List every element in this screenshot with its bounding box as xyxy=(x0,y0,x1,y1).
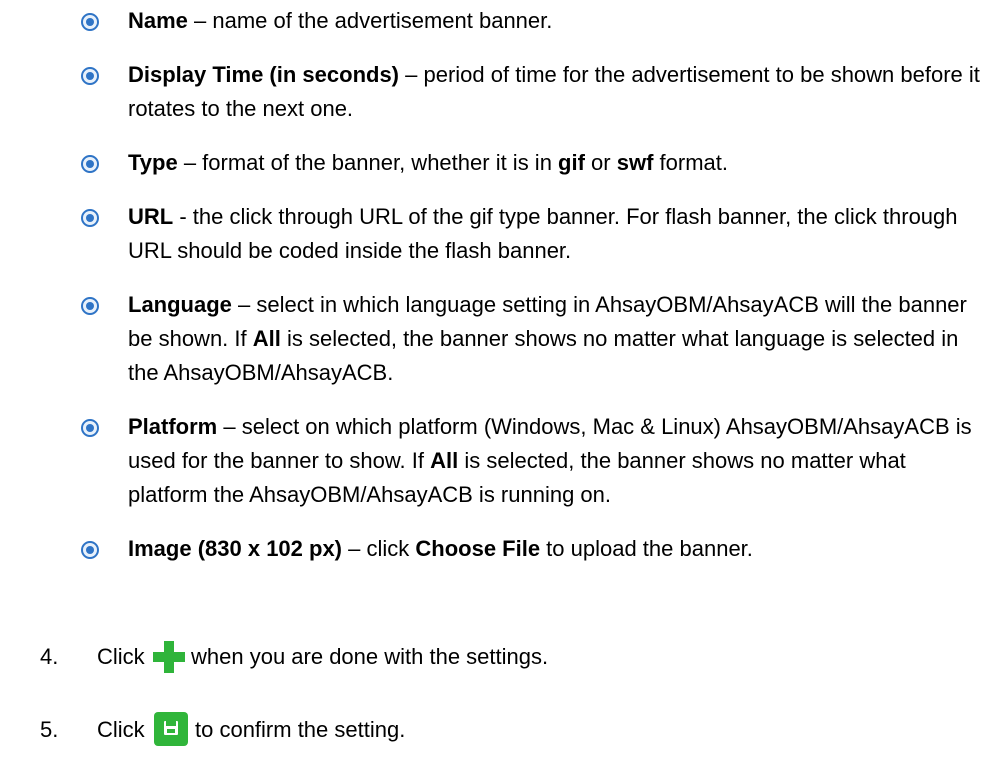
plus-icon[interactable] xyxy=(152,640,186,674)
bold-choose-file: Choose File xyxy=(415,536,541,561)
radio-bullet-icon xyxy=(81,209,99,227)
step-click-label: Click xyxy=(97,644,145,669)
step-4: 4. Click when you are done with the sett… xyxy=(0,636,988,676)
document-page: Name – name of the advertisement banner.… xyxy=(0,0,988,769)
floppy-disk-icon xyxy=(164,721,178,735)
step-description: when you are done with the settings. xyxy=(191,644,549,669)
desc-name: – name of the advertisement banner. xyxy=(187,8,553,33)
radio-bullet-icon xyxy=(81,297,99,315)
term-url: URL xyxy=(128,204,174,229)
list-item-language: Language – select in which language sett… xyxy=(80,288,980,390)
bold-all-language: All xyxy=(252,326,281,351)
save-icon[interactable] xyxy=(154,712,188,746)
list-item-platform: Platform – select on which platform (Win… xyxy=(80,410,980,512)
list-item-url: URL - the click through URL of the gif t… xyxy=(80,200,980,268)
bold-gif: gif xyxy=(558,150,585,175)
desc-type-2: or xyxy=(584,150,617,175)
list-item-display-time: Display Time (in seconds) – period of ti… xyxy=(80,58,980,126)
desc-type-3: format. xyxy=(653,150,728,175)
list-item-image: Image (830 x 102 px) – click Choose File… xyxy=(80,532,980,566)
radio-bullet-icon xyxy=(81,13,99,31)
step-number: 5. xyxy=(40,717,59,742)
step-description: to confirm the setting. xyxy=(195,717,406,742)
bold-all-platform: All xyxy=(430,448,459,473)
step-5: 5. Click to confirm the setting. xyxy=(0,709,988,749)
radio-bullet-icon xyxy=(81,419,99,437)
step-number: 4. xyxy=(40,644,59,669)
term-name: Name xyxy=(128,8,188,33)
radio-bullet-icon xyxy=(81,541,99,559)
radio-bullet-icon xyxy=(81,155,99,173)
radio-bullet-icon xyxy=(81,67,99,85)
desc-type-1: – format of the banner, whether it is in xyxy=(177,150,559,175)
term-display-time: Display Time (in seconds) xyxy=(128,62,400,87)
bold-swf: swf xyxy=(616,150,654,175)
banner-settings-list: Name – name of the advertisement banner.… xyxy=(80,4,980,586)
term-language: Language xyxy=(128,292,232,317)
term-image: Image (830 x 102 px) xyxy=(128,536,343,561)
desc-image-1: – click xyxy=(342,536,416,561)
list-item-type: Type – format of the banner, whether it … xyxy=(80,146,980,180)
step-click-label: Click xyxy=(97,717,145,742)
term-platform: Platform xyxy=(128,414,218,439)
list-item-name: Name – name of the advertisement banner. xyxy=(80,4,980,38)
desc-image-2: to upload the banner. xyxy=(540,536,753,561)
desc-url: - the click through URL of the gif type … xyxy=(128,204,958,263)
term-type: Type xyxy=(128,150,178,175)
